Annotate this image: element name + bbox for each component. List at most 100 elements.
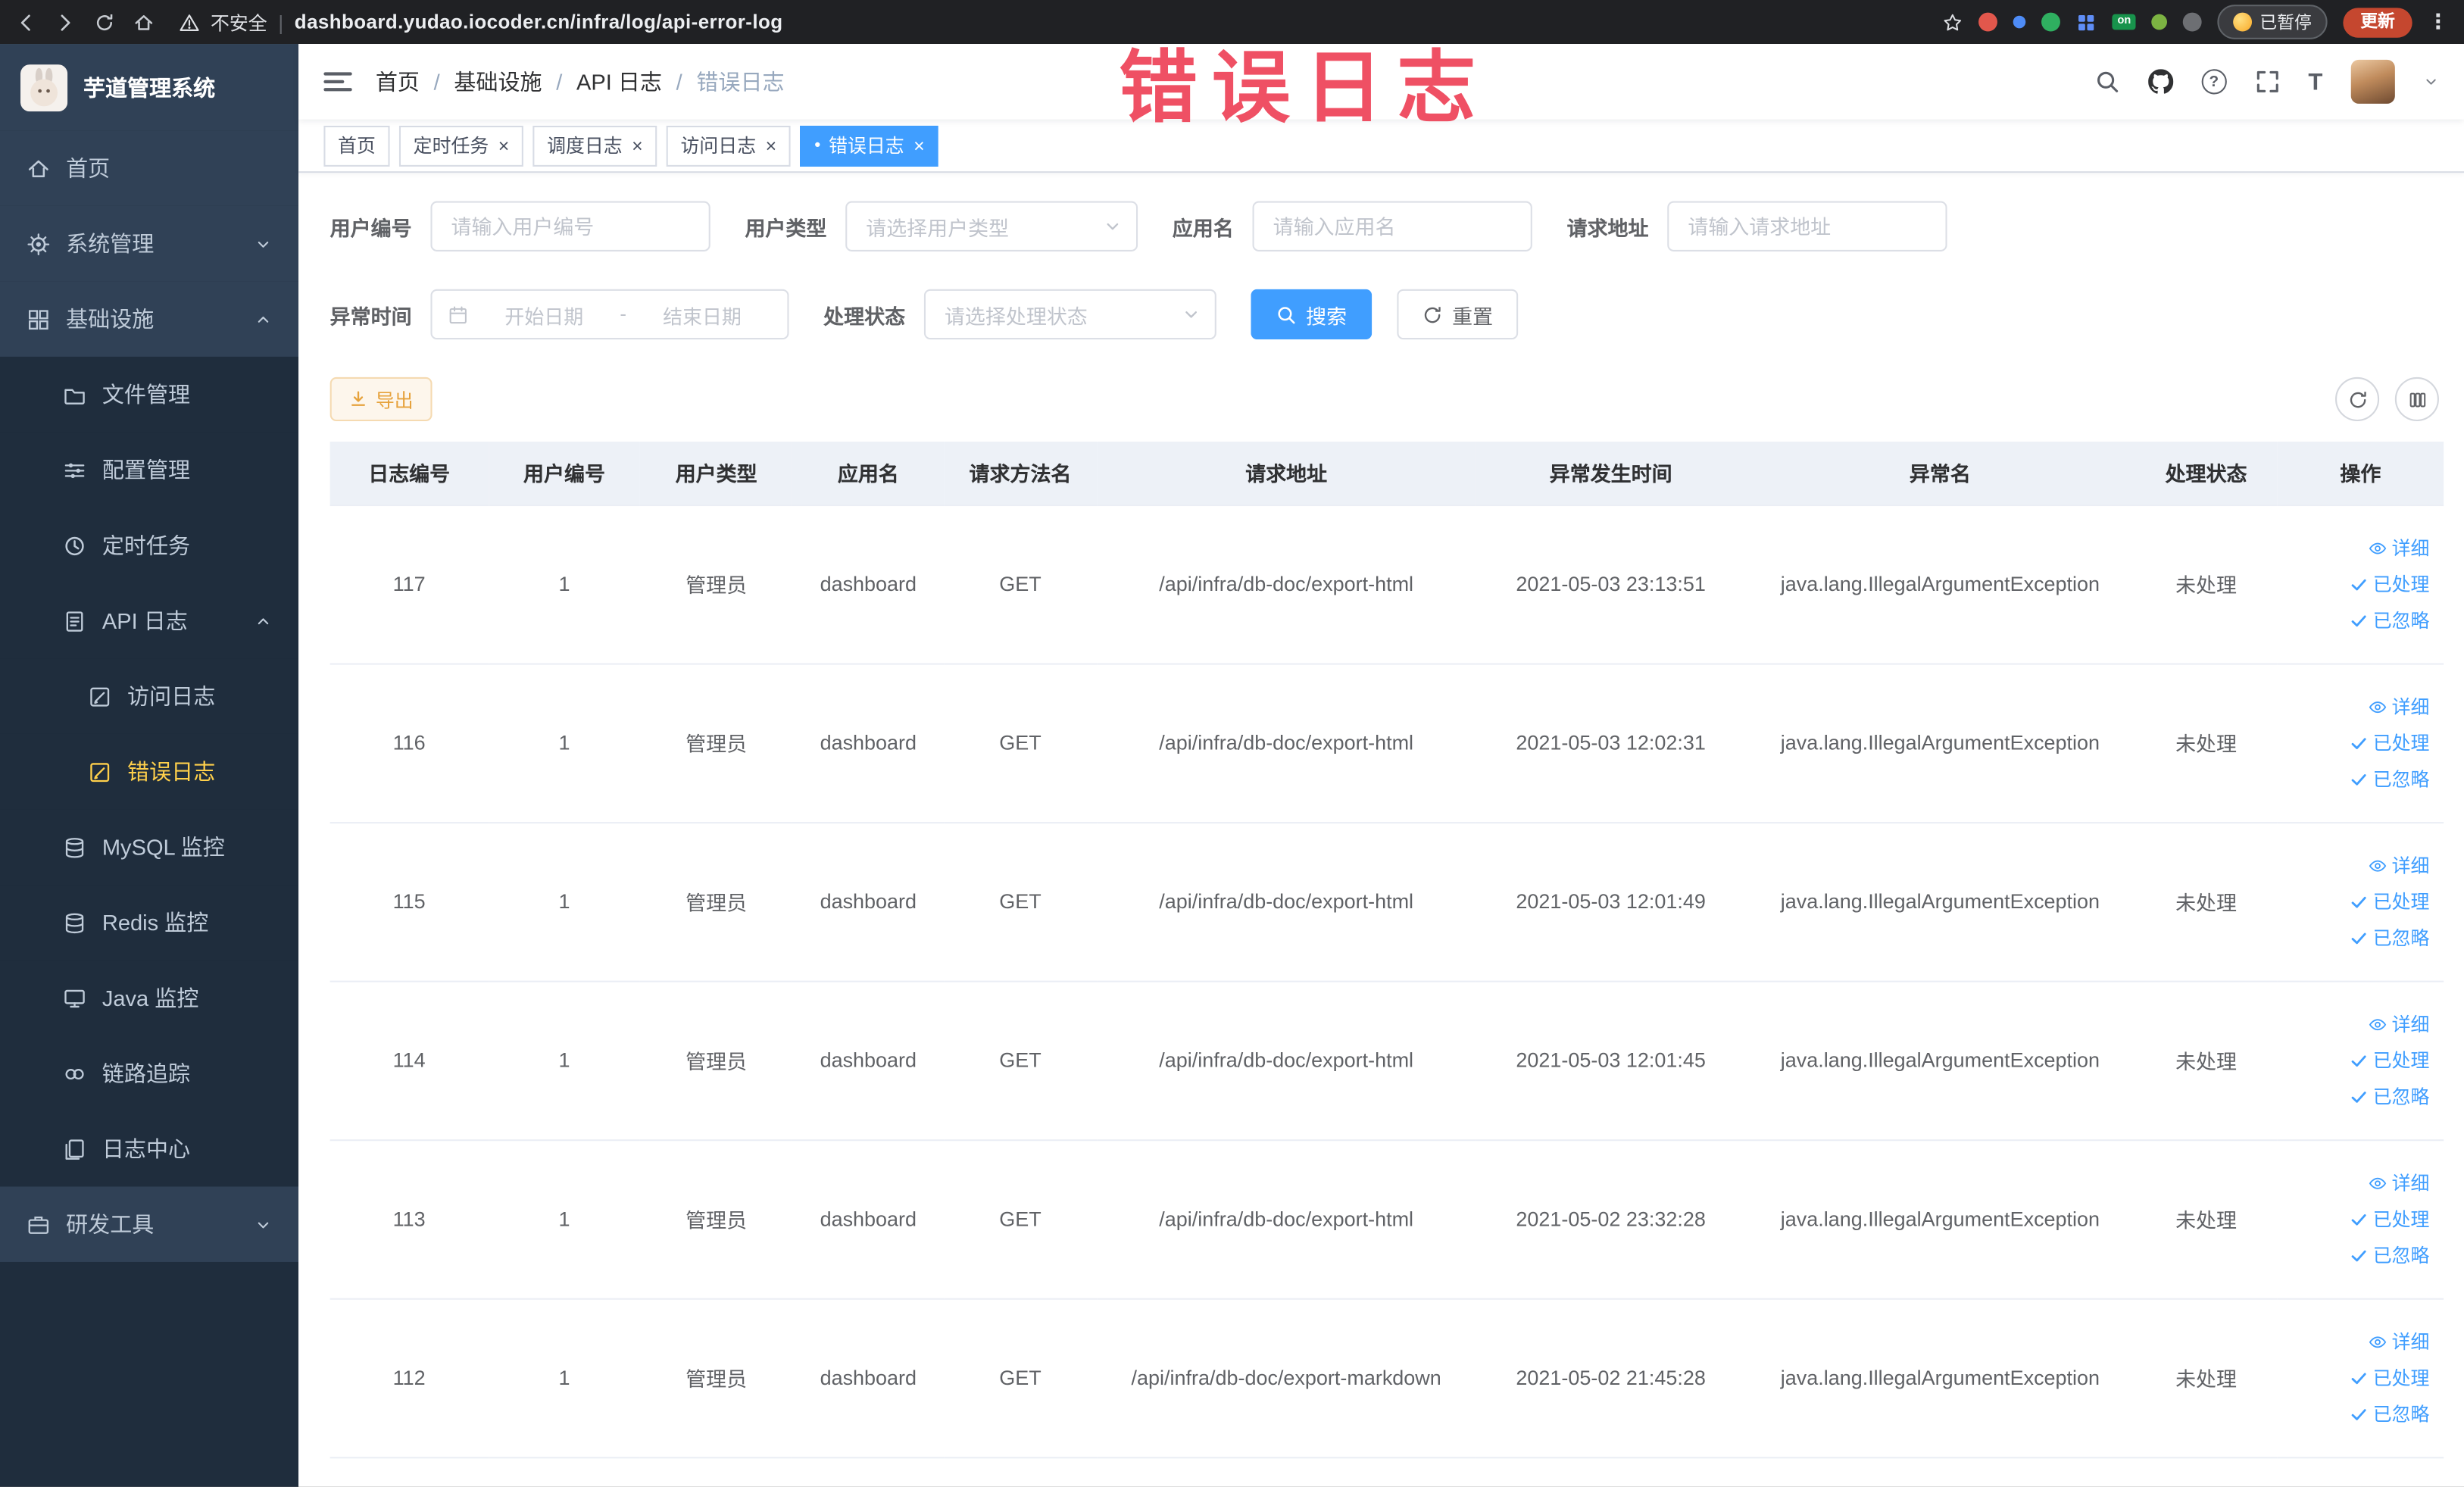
extension-icon[interactable]	[2041, 12, 2061, 32]
github-icon[interactable]	[2148, 69, 2173, 94]
app-name-input[interactable]	[1252, 201, 1532, 251]
forward-icon[interactable]	[55, 12, 76, 33]
back-icon[interactable]	[16, 12, 36, 33]
mark-processed-link[interactable]: 已处理	[2350, 570, 2429, 597]
close-icon[interactable]: ×	[632, 136, 643, 155]
extension-grid-icon[interactable]	[2077, 12, 2097, 33]
mark-ignored-link[interactable]: 已忽略	[2350, 1082, 2429, 1109]
sidebar-item-access-log[interactable]: 访问日志	[0, 658, 299, 734]
sidebar-item-file-management[interactable]: 文件管理	[0, 356, 299, 433]
mark-ignored-link[interactable]: 已忽略	[2350, 765, 2429, 792]
mark-ignored-link[interactable]: 已忽略	[2350, 1401, 2429, 1427]
user-id-input[interactable]	[430, 201, 710, 251]
exception-time-range-picker[interactable]: 开始日期 - 结束日期	[430, 289, 789, 340]
browser-menu-icon[interactable]: ⋮	[2428, 9, 2448, 34]
mark-processed-link[interactable]: 已处理	[2350, 1047, 2429, 1073]
sidebar-item-log-center[interactable]: 日志中心	[0, 1111, 299, 1187]
request-url-input[interactable]	[1667, 201, 1947, 251]
detail-link[interactable]: 详细	[2369, 1328, 2429, 1354]
tab-schedule-log[interactable]: 调度日志 ×	[532, 124, 657, 166]
user-type-select[interactable]: 请选择用户类型	[845, 201, 1138, 251]
extension-icon[interactable]	[2013, 15, 2027, 29]
mark-processed-link[interactable]: 已处理	[2350, 1205, 2429, 1232]
cell-actions: 详细 已处理 已忽略	[2277, 1298, 2444, 1458]
filter-label: 请求地址	[1566, 216, 1649, 240]
error-log-table: 日志编号 用户编号 用户类型 应用名 请求方法名 请求地址 异常发生时间 异常名…	[329, 441, 2444, 1458]
sidebar-item-dev-tools[interactable]: 研发工具	[0, 1186, 299, 1262]
cell-method: GET	[944, 1139, 1097, 1299]
sidebar-item-config-management[interactable]: 配置管理	[0, 432, 299, 508]
export-button[interactable]: 导出	[329, 376, 433, 422]
cell-actions: 详细 已处理 已忽略	[2277, 822, 2444, 982]
update-button[interactable]: 更新	[2343, 7, 2412, 37]
user-avatar[interactable]	[2350, 59, 2395, 104]
detail-link[interactable]: 详细	[2369, 851, 2429, 878]
menu-label: 日志中心	[101, 1136, 191, 1162]
search-button[interactable]: 搜索	[1251, 289, 1373, 340]
check-icon	[2350, 574, 2369, 593]
menu-label: 定时任务	[101, 533, 191, 558]
tab-error-log[interactable]: ● 错误日志 ×	[800, 124, 939, 166]
mark-processed-link[interactable]: 已处理	[2350, 1364, 2429, 1391]
process-status-select[interactable]: 请选择处理状态	[923, 289, 1216, 340]
close-icon[interactable]: ×	[913, 136, 925, 155]
app-logo[interactable]: 芋道管理系统	[0, 44, 299, 131]
sidebar-item-trace[interactable]: 链路追踪	[0, 1036, 299, 1111]
breadcrumb-item-infrastructure[interactable]: 基础设施	[454, 66, 542, 97]
tab-scheduled-jobs[interactable]: 定时任务 ×	[399, 124, 523, 166]
menu-label: Java 监控	[101, 985, 199, 1011]
sidebar-item-scheduled-jobs[interactable]: 定时任务	[0, 508, 299, 583]
sidebar-item-error-log[interactable]: 错误日志	[0, 733, 299, 810]
sidebar-item-redis-monitor[interactable]: Redis 监控	[0, 885, 299, 961]
close-icon[interactable]: ×	[498, 136, 510, 155]
address-bar[interactable]: 不安全 | dashboard.yudao.iocoder.cn/infra/l…	[180, 8, 783, 35]
extension-icon[interactable]	[2182, 12, 2202, 32]
sidebar-item-mysql-monitor[interactable]: MySQL 监控	[0, 809, 299, 886]
cell-app-name: dashboard	[792, 980, 945, 1141]
sidebar-item-api-logs[interactable]: API 日志	[0, 583, 299, 659]
refresh-button[interactable]	[2335, 376, 2380, 422]
cell-status: 未处理	[2135, 1298, 2278, 1458]
filter-app-name: 应用名	[1173, 201, 1532, 251]
detail-link[interactable]: 详细	[2369, 1170, 2429, 1196]
reload-icon[interactable]	[94, 12, 114, 33]
extension-icon[interactable]	[1978, 12, 1998, 32]
close-icon[interactable]: ×	[766, 136, 777, 155]
tab-home[interactable]: 首页	[323, 124, 390, 166]
bookmark-star-icon[interactable]	[1943, 12, 1963, 33]
reset-button[interactable]: 重置	[1397, 289, 1519, 340]
cell-log-id: 113	[329, 1139, 489, 1299]
detail-link[interactable]: 详细	[2369, 1011, 2429, 1037]
paused-chip[interactable]: 已暂停	[2217, 5, 2328, 39]
col-user-id: 用户编号	[488, 441, 641, 506]
sidebar-item-home[interactable]: 首页	[0, 130, 299, 206]
breadcrumb-item-api-logs[interactable]: API 日志	[576, 66, 662, 97]
detail-link[interactable]: 详细	[2369, 534, 2429, 561]
help-icon[interactable]: ?	[2201, 69, 2227, 95]
breadcrumb-item-home[interactable]: 首页	[376, 66, 420, 97]
sidebar-toggle-button[interactable]	[323, 72, 352, 92]
sidebar-item-java-monitor[interactable]: Java 监控	[0, 960, 299, 1036]
mark-processed-link[interactable]: 已处理	[2350, 888, 2429, 914]
mark-ignored-link[interactable]: 已忽略	[2350, 924, 2429, 951]
fullscreen-icon[interactable]	[2255, 69, 2280, 94]
cell-status: 未处理	[2135, 980, 2278, 1141]
check-icon	[2350, 1404, 2369, 1423]
sidebar-item-infrastructure[interactable]: 基础设施	[0, 281, 299, 357]
home-icon[interactable]	[133, 12, 154, 33]
cell-method: GET	[944, 822, 1097, 982]
search-icon[interactable]	[2094, 69, 2119, 94]
sidebar-item-system-management[interactable]: 系统管理	[0, 205, 299, 282]
mark-ignored-link[interactable]: 已忽略	[2350, 1242, 2429, 1268]
mark-processed-link[interactable]: 已处理	[2350, 729, 2429, 756]
text-size-icon[interactable]: T	[2308, 68, 2322, 95]
cell-app-name: dashboard	[792, 663, 945, 823]
detail-link[interactable]: 详细	[2369, 693, 2429, 720]
column-settings-button[interactable]	[2394, 376, 2439, 422]
chevron-down-icon[interactable]	[2423, 74, 2439, 90]
mark-ignored-link[interactable]: 已忽略	[2350, 607, 2429, 633]
vpn-on-badge[interactable]: on	[2113, 14, 2136, 30]
chevron-up-icon	[255, 612, 272, 629]
extension-icon[interactable]	[2151, 14, 2168, 30]
tab-access-log[interactable]: 访问日志 ×	[666, 124, 791, 166]
